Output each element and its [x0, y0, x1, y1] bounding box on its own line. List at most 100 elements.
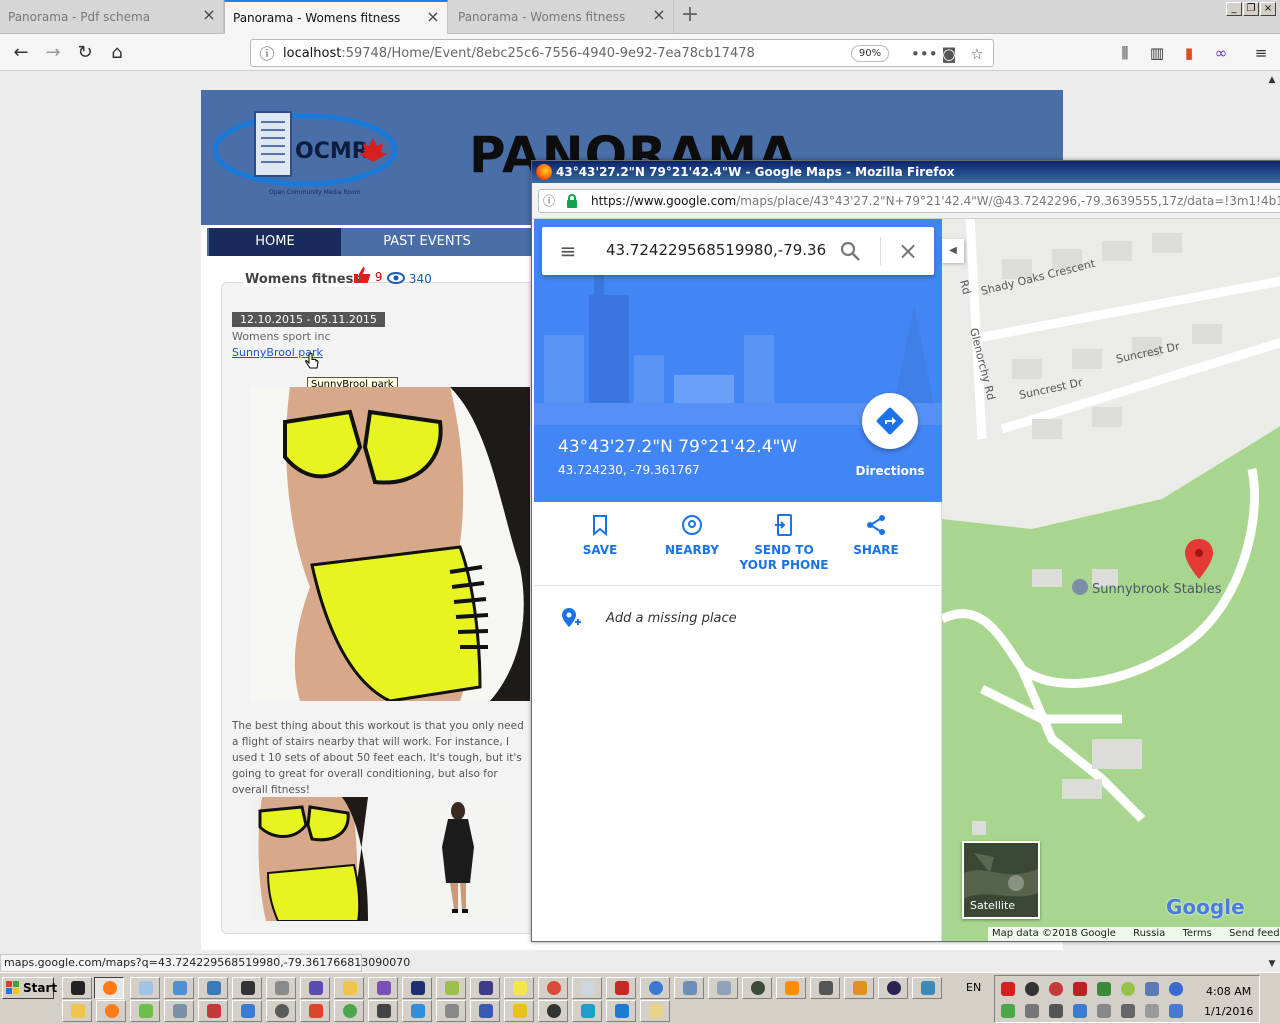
map-canvas[interactable]: Shady Oaks Crescent Suncrest Dr Suncrest…: [942, 219, 1280, 941]
restore-button[interactable]: ❐: [1243, 2, 1259, 16]
taskbar-app-row2-15[interactable]: [538, 1000, 568, 1022]
taskbar-app-chart[interactable]: [912, 977, 942, 999]
taskbar-app-sync[interactable]: [640, 977, 670, 999]
tray-icon[interactable]: [1025, 982, 1039, 996]
tray-icon[interactable]: [1169, 982, 1183, 996]
taskbar-app-notepad[interactable]: [130, 977, 160, 999]
extension-icon[interactable]: ▮: [1178, 42, 1200, 64]
tray-icon[interactable]: [1169, 1004, 1183, 1018]
back-icon[interactable]: ←: [8, 40, 34, 66]
taskbar-app-row2-3[interactable]: [130, 1000, 160, 1022]
taskbar-app-row2-8[interactable]: [300, 1000, 330, 1022]
address-bar[interactable]: ⓘ localhost:59748/Home/Event/8ebc25c6-75…: [250, 39, 994, 67]
language-indicator[interactable]: EN: [966, 981, 981, 994]
taskbar-app-notes[interactable]: [504, 977, 534, 999]
taskbar-app-row2-7[interactable]: [266, 1000, 296, 1022]
maps-search-input[interactable]: 43.724229568519980,-79.361766: [606, 241, 828, 259]
taskbar-app-firefox[interactable]: [94, 977, 124, 999]
send-to-phone-button[interactable]: SEND TO YOUR PHONE: [736, 513, 832, 573]
taskbar-app-network[interactable]: [198, 977, 228, 999]
tray-icon[interactable]: [1097, 982, 1111, 996]
hamburger-menu-icon[interactable]: ≡: [556, 239, 580, 263]
directions-button[interactable]: [862, 393, 918, 449]
filezilla-tray-icon[interactable]: [1073, 982, 1087, 996]
menu-icon[interactable]: ≡: [1250, 42, 1272, 64]
poi-label[interactable]: Sunnybrook Stables: [1092, 582, 1222, 597]
taskbar-app-row2-12[interactable]: [436, 1000, 466, 1022]
add-missing-place-link[interactable]: Add a missing place: [606, 611, 737, 626]
taskbar-app-far[interactable]: [402, 977, 432, 999]
taskbar-app-eclipse[interactable]: [878, 977, 908, 999]
flag-icon[interactable]: [1145, 1004, 1159, 1018]
tray-icon[interactable]: [1049, 982, 1063, 996]
taskbar-app-row2-13[interactable]: [470, 1000, 500, 1022]
taskbar-app-row2-4[interactable]: [164, 1000, 194, 1022]
nearby-button[interactable]: NEARBY: [644, 513, 740, 558]
taskbar-app-row2-5[interactable]: [198, 1000, 228, 1022]
send-feedback-link[interactable]: Send feedback: [1229, 928, 1280, 939]
info-icon[interactable]: ⓘ: [257, 44, 277, 64]
scroll-up-icon[interactable]: ▲: [1264, 72, 1280, 88]
terms-link[interactable]: Terms: [1182, 928, 1211, 939]
taskbar-app-row2-1[interactable]: [62, 1000, 92, 1022]
satellite-toggle[interactable]: Satellite: [962, 841, 1040, 919]
event-main-photo[interactable]: [250, 387, 530, 701]
close-window-button[interactable]: ×: [1260, 2, 1276, 16]
taskbar-app-gear[interactable]: [674, 977, 704, 999]
save-button[interactable]: SAVE: [552, 513, 648, 558]
taskbar-app-explorer[interactable]: [164, 977, 194, 999]
search-icon[interactable]: [838, 239, 862, 263]
sidebar-icon[interactable]: ▥: [1146, 42, 1168, 64]
tab-womens-fitness-active[interactable]: Panorama - Womens fitness ×: [224, 0, 448, 34]
start-button[interactable]: Start: [2, 977, 57, 999]
menu-past-events[interactable]: PAST EVENTS: [361, 228, 493, 256]
scroll-down-icon[interactable]: ▼: [1264, 956, 1280, 972]
taskbar-app-visualstudio[interactable]: [368, 977, 398, 999]
directions-label[interactable]: Directions: [846, 464, 934, 478]
taskbar-app-row2-6[interactable]: [232, 1000, 262, 1022]
taskbar-app-row2-17[interactable]: [606, 1000, 636, 1022]
taskbar-app-row2-14[interactable]: [504, 1000, 534, 1022]
menu-home[interactable]: HOME: [209, 228, 341, 256]
taskbar-app-filezilla[interactable]: [606, 977, 636, 999]
taskbar-app-calendar[interactable]: [708, 977, 738, 999]
forward-icon[interactable]: →: [40, 40, 66, 66]
taskbar-app-link[interactable]: [300, 977, 330, 999]
extension-link-icon[interactable]: ∞: [1210, 42, 1232, 64]
volume-icon[interactable]: [1121, 1004, 1135, 1018]
more-icon[interactable]: •••: [911, 44, 938, 64]
tray-icon[interactable]: [1145, 982, 1159, 996]
taskbar-app-network-tools[interactable]: [810, 977, 840, 999]
taskbar-app-headphones[interactable]: [844, 977, 874, 999]
reload-icon[interactable]: ↻: [72, 40, 98, 66]
taskbar-app-row2-9[interactable]: [334, 1000, 364, 1022]
clock-time[interactable]: 4:08 AM: [1206, 985, 1251, 998]
taskbar-app-fb[interactable]: [232, 977, 262, 999]
close-icon[interactable]: ×: [201, 7, 217, 23]
tray-icon[interactable]: [1049, 1004, 1063, 1018]
taskbar-app-row2-11[interactable]: [402, 1000, 432, 1022]
tray-icon[interactable]: [1001, 982, 1015, 996]
tray-icon[interactable]: [1073, 1004, 1087, 1018]
region-link[interactable]: Russia: [1133, 928, 1165, 939]
tray-icon[interactable]: [1025, 1004, 1039, 1018]
taskbar-app-cmd[interactable]: [62, 977, 92, 999]
collapse-panel-button[interactable]: ◀: [942, 239, 964, 263]
add-place-icon[interactable]: [560, 607, 582, 629]
close-icon[interactable]: ×: [651, 7, 667, 23]
home-icon[interactable]: ⌂: [104, 40, 130, 66]
tab-womens-fitness[interactable]: Panorama - Womens fitness ×: [450, 0, 674, 34]
taskbar-app-row2-10[interactable]: [368, 1000, 398, 1022]
tray-icon[interactable]: [1121, 982, 1135, 996]
taskbar-app-editor[interactable]: [436, 977, 466, 999]
library-icon[interactable]: ⫼: [1114, 42, 1136, 64]
minimize-button[interactable]: _: [1226, 2, 1242, 16]
popup-address-field[interactable]: ⓘ https://www.google.com/maps/place/43°4…: [538, 189, 1280, 213]
clock-date[interactable]: 1/1/2016: [1204, 1005, 1253, 1018]
zoom-badge[interactable]: 90%: [851, 45, 889, 62]
likes-counter[interactable]: 9: [353, 266, 382, 284]
info-icon[interactable]: ⓘ: [543, 193, 559, 209]
pocket-icon[interactable]: ◙: [939, 44, 959, 64]
new-tab-button[interactable]: +: [676, 4, 704, 28]
maps-search-box[interactable]: ≡ 43.724229568519980,-79.361766 ×: [542, 227, 934, 275]
